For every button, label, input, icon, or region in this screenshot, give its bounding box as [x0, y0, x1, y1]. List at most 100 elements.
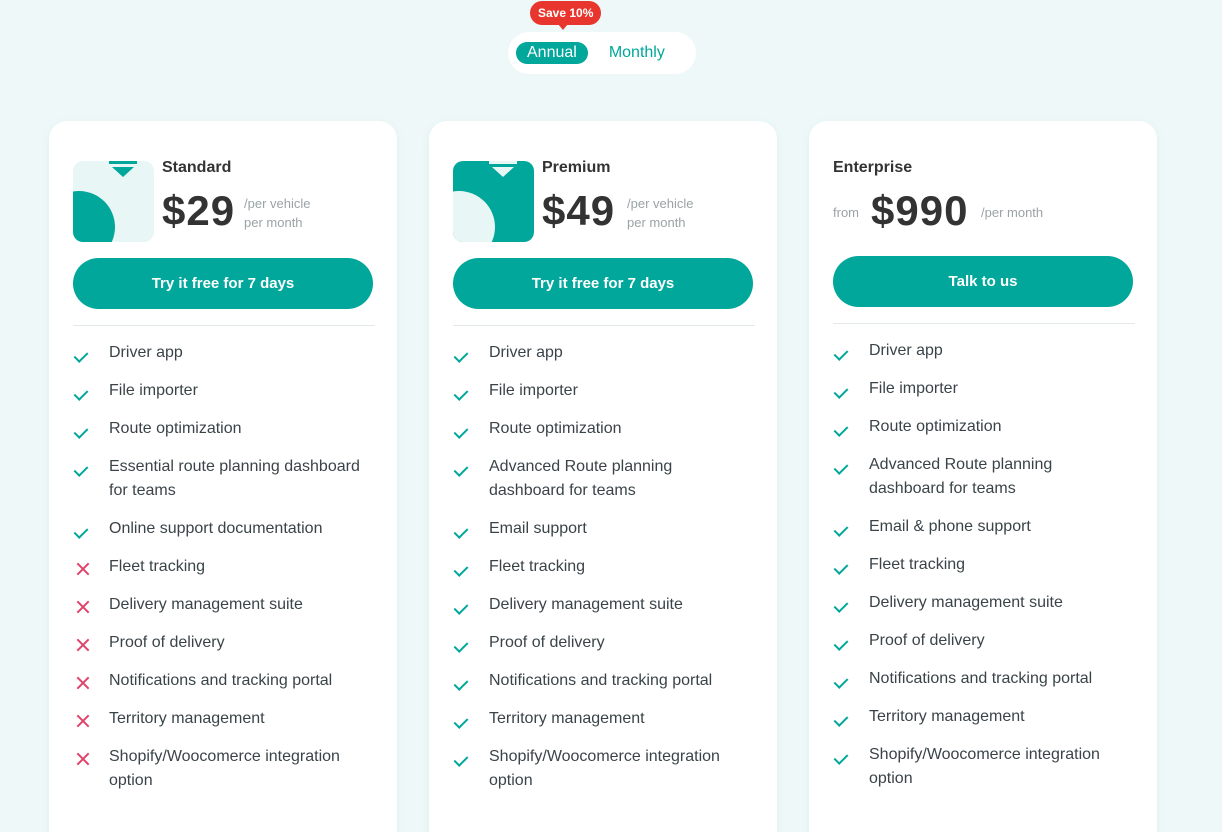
feature-item: Online support documentation	[73, 517, 373, 541]
billing-toggle-track: Annual Monthly	[508, 32, 696, 74]
try-free-button[interactable]: Try it free for 7 days	[453, 258, 753, 309]
feature-label: Shopify/Woocomerce integration option	[109, 748, 340, 789]
feature-item: Shopify/Woocomerce integration option	[833, 743, 1133, 791]
feature-label: Fleet tracking	[489, 558, 586, 575]
price-period: /per vehicle per month	[244, 194, 344, 232]
save-badge: Save 10%	[530, 1, 602, 30]
feature-label: Driver app	[109, 344, 183, 361]
feature-label: Essential route planning dashboard for t…	[109, 458, 360, 499]
price-period-line1: /per month	[981, 205, 1044, 220]
feature-label: Email & phone support	[869, 518, 1031, 535]
feature-item: Route optimization	[833, 415, 1133, 439]
feature-label: Driver app	[869, 342, 943, 359]
feature-label: Delivery management suite	[869, 594, 1063, 611]
feature-label: Online support documentation	[109, 520, 323, 537]
feature-item: Email & phone support	[833, 515, 1133, 539]
check-icon	[833, 339, 869, 363]
feature-label: Advanced Route planning dashboard for te…	[869, 456, 1053, 497]
feature-label: Email support	[489, 520, 587, 537]
feature-item: Territory management	[453, 707, 753, 731]
feature-item: Driver app	[453, 341, 753, 365]
price-period-line1: /per vehicle	[244, 196, 311, 211]
feature-list: Driver app File importer Route optimizatio…	[453, 341, 753, 807]
feature-label: Proof of delivery	[109, 634, 225, 651]
check-icon	[453, 517, 489, 541]
check-icon	[833, 377, 869, 401]
check-icon	[833, 515, 869, 539]
billing-toggle[interactable]: Save 10% Annual Monthly	[508, 1, 696, 74]
feature-item: Shopify/Woocomerce integration option	[453, 745, 753, 793]
feature-item: Notifications and tracking portal	[833, 667, 1133, 691]
cross-icon	[73, 669, 109, 693]
feature-item: Territory management	[73, 707, 373, 731]
monthly-option[interactable]: Monthly	[598, 42, 676, 64]
feature-item: Proof of delivery	[453, 631, 753, 655]
feature-label: Territory management	[869, 708, 1025, 725]
feature-item: Essential route planning dashboard for t…	[73, 455, 373, 503]
check-icon	[453, 417, 489, 441]
feature-item: Shopify/Woocomerce integration option	[73, 745, 373, 793]
check-icon	[453, 707, 489, 731]
feature-label: File importer	[869, 380, 958, 397]
feature-item: Notifications and tracking portal	[453, 669, 753, 693]
check-icon	[453, 631, 489, 655]
feature-list: Driver app File importer Route optimizatio…	[833, 339, 1133, 805]
plan-name: Premium	[542, 159, 611, 176]
plan-price: $49	[542, 187, 616, 234]
feature-label: Proof of delivery	[489, 634, 605, 651]
plan-card-premium: Premium $49 /per vehicle per month Try i…	[429, 121, 777, 832]
try-free-button[interactable]: Try it free for 7 days	[73, 258, 373, 309]
check-icon	[833, 743, 869, 767]
check-icon	[73, 517, 109, 541]
feature-label: File importer	[489, 382, 578, 399]
feature-label: Territory management	[109, 710, 265, 727]
feature-list: Driver app File importer Route optimizatio…	[73, 341, 373, 807]
price-period-line1: /per vehicle	[627, 196, 694, 211]
check-icon	[833, 591, 869, 615]
plan-card-enterprise: Enterprise from $990 /per month Talk to …	[809, 121, 1157, 832]
feature-label: Advanced Route planning dashboard for te…	[489, 458, 673, 499]
plan-price: $29	[162, 187, 236, 234]
feature-label: Proof of delivery	[869, 632, 985, 649]
feature-item: Fleet tracking	[453, 555, 753, 579]
feature-label: Driver app	[489, 344, 563, 361]
check-icon	[833, 453, 869, 477]
feature-label: Route optimization	[489, 420, 622, 437]
check-icon	[833, 629, 869, 653]
feature-label: Delivery management suite	[489, 596, 683, 613]
price-period-line2: per month	[244, 215, 303, 230]
plan-name: Standard	[162, 159, 232, 176]
feature-item: Advanced Route planning dashboard for te…	[833, 453, 1133, 501]
cross-icon	[73, 707, 109, 731]
plan-logo-icon	[453, 161, 534, 242]
cross-icon	[73, 593, 109, 617]
price-from-label: from	[833, 205, 859, 220]
check-icon	[453, 379, 489, 403]
plan-price: $990	[871, 187, 969, 234]
check-icon	[453, 555, 489, 579]
price-period-line2: per month	[627, 215, 686, 230]
check-icon	[453, 341, 489, 365]
feature-label: Route optimization	[869, 418, 1002, 435]
price-period: /per vehicle per month	[627, 194, 727, 232]
feature-label: File importer	[109, 382, 198, 399]
feature-label: Notifications and tracking portal	[869, 670, 1093, 687]
divider	[453, 325, 755, 326]
feature-label: Route optimization	[109, 420, 242, 437]
feature-item: Delivery management suite	[453, 593, 753, 617]
feature-item: Route optimization	[453, 417, 753, 441]
check-icon	[833, 705, 869, 729]
check-icon	[453, 455, 489, 479]
talk-to-us-button[interactable]: Talk to us	[833, 256, 1133, 307]
check-icon	[453, 669, 489, 693]
feature-item: Notifications and tracking portal	[73, 669, 373, 693]
feature-item: Proof of delivery	[73, 631, 373, 655]
annual-option[interactable]: Annual	[516, 42, 588, 64]
feature-item: Advanced Route planning dashboard for te…	[453, 455, 753, 503]
cross-icon	[73, 745, 109, 769]
divider	[73, 325, 375, 326]
price-period: /per month	[981, 203, 1101, 222]
feature-label: Fleet tracking	[109, 558, 206, 575]
feature-item: File importer	[73, 379, 373, 403]
check-icon	[833, 667, 869, 691]
